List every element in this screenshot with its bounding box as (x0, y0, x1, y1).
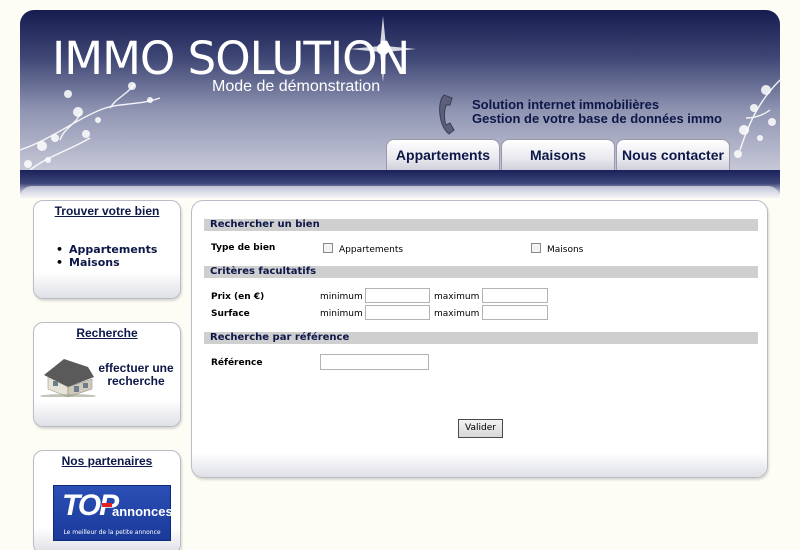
sidebar-item-maisons[interactable]: Maisons (56, 256, 157, 269)
sidebar-search-title[interactable]: Recherche (34, 326, 180, 340)
site-subtitle: Mode de démonstration (212, 78, 381, 95)
partner-logo-word-2: annonces (112, 504, 173, 519)
telephone-handset-icon (439, 94, 455, 135)
site-header: IMMO SOLUTION Mode de démonstration Solu… (20, 10, 780, 170)
surface-maximum-input[interactable] (482, 305, 548, 320)
appartements-checkbox-label: Appartements (339, 245, 404, 255)
prix-minimum-label: minimum (320, 292, 363, 302)
appartements-checkbox[interactable] (323, 243, 333, 253)
search-form-panel: Rechercher un bien Type de bien Appartem… (191, 200, 768, 478)
sidebar-find-title[interactable]: Trouver votre bien (34, 204, 180, 218)
reference-label: Référence (211, 358, 263, 368)
tagline-line-1: Solution internet immobilières (472, 97, 660, 112)
surface-minimum-input[interactable] (365, 305, 430, 320)
maisons-checkbox[interactable] (531, 243, 541, 253)
search-cta[interactable]: effectuer une recherche (96, 362, 176, 388)
tab-appartements[interactable]: Appartements (386, 139, 500, 170)
tab-maisons[interactable]: Maisons (501, 139, 615, 170)
tagline-line-2: Gestion de votre base de données immo (472, 111, 722, 126)
type-de-bien-label: Type de bien (211, 243, 276, 253)
sidebar-search-box: Recherche effectuer une recherche (33, 322, 181, 427)
content-top-edge (20, 186, 780, 198)
prix-minimum-input[interactable] (365, 288, 430, 303)
reference-input[interactable] (320, 354, 429, 370)
search-cta-line-2: recherche (107, 374, 165, 388)
section-criteres-facultatifs: Critères facultatifs (204, 266, 758, 278)
section-recherche-par-reference: Recherche par référence (204, 332, 758, 344)
prix-maximum-input[interactable] (482, 288, 548, 303)
partner-logo-accent (102, 503, 112, 507)
section-rechercher-un-bien: Rechercher un bien (204, 219, 758, 231)
maisons-checkbox-label: Maisons (547, 245, 584, 255)
partner-logo-topannonces[interactable]: TOP annonces Le meilleur de la petite an… (53, 485, 173, 541)
tab-nous-contacter[interactable]: Nous contacter (616, 139, 730, 170)
surface-minimum-label: minimum (320, 309, 363, 319)
prix-maximum-label: maximum (434, 292, 480, 302)
sidebar-partners-box: Nos partenaires TOP annonces Le meilleur… (33, 450, 181, 550)
partner-logo-slogan: Le meilleur de la petite annonce (63, 529, 161, 536)
floral-decoration-left-icon (20, 82, 161, 170)
house-icon[interactable] (38, 353, 98, 397)
sidebar-item-appartements[interactable]: Appartements (56, 243, 157, 256)
sidebar-partners-title[interactable]: Nos partenaires (34, 454, 180, 468)
sidebar-find-list: Appartements Maisons (56, 243, 157, 269)
sidebar-find-box: Trouver votre bien Appartements Maisons (33, 200, 181, 299)
surface-maximum-label: maximum (434, 309, 480, 319)
header-tagline: Solution internet immobilières Gestion d… (472, 98, 722, 126)
valider-button[interactable]: Valider (458, 419, 503, 438)
prix-label: Prix (en €) (211, 292, 265, 302)
surface-label: Surface (211, 309, 250, 319)
